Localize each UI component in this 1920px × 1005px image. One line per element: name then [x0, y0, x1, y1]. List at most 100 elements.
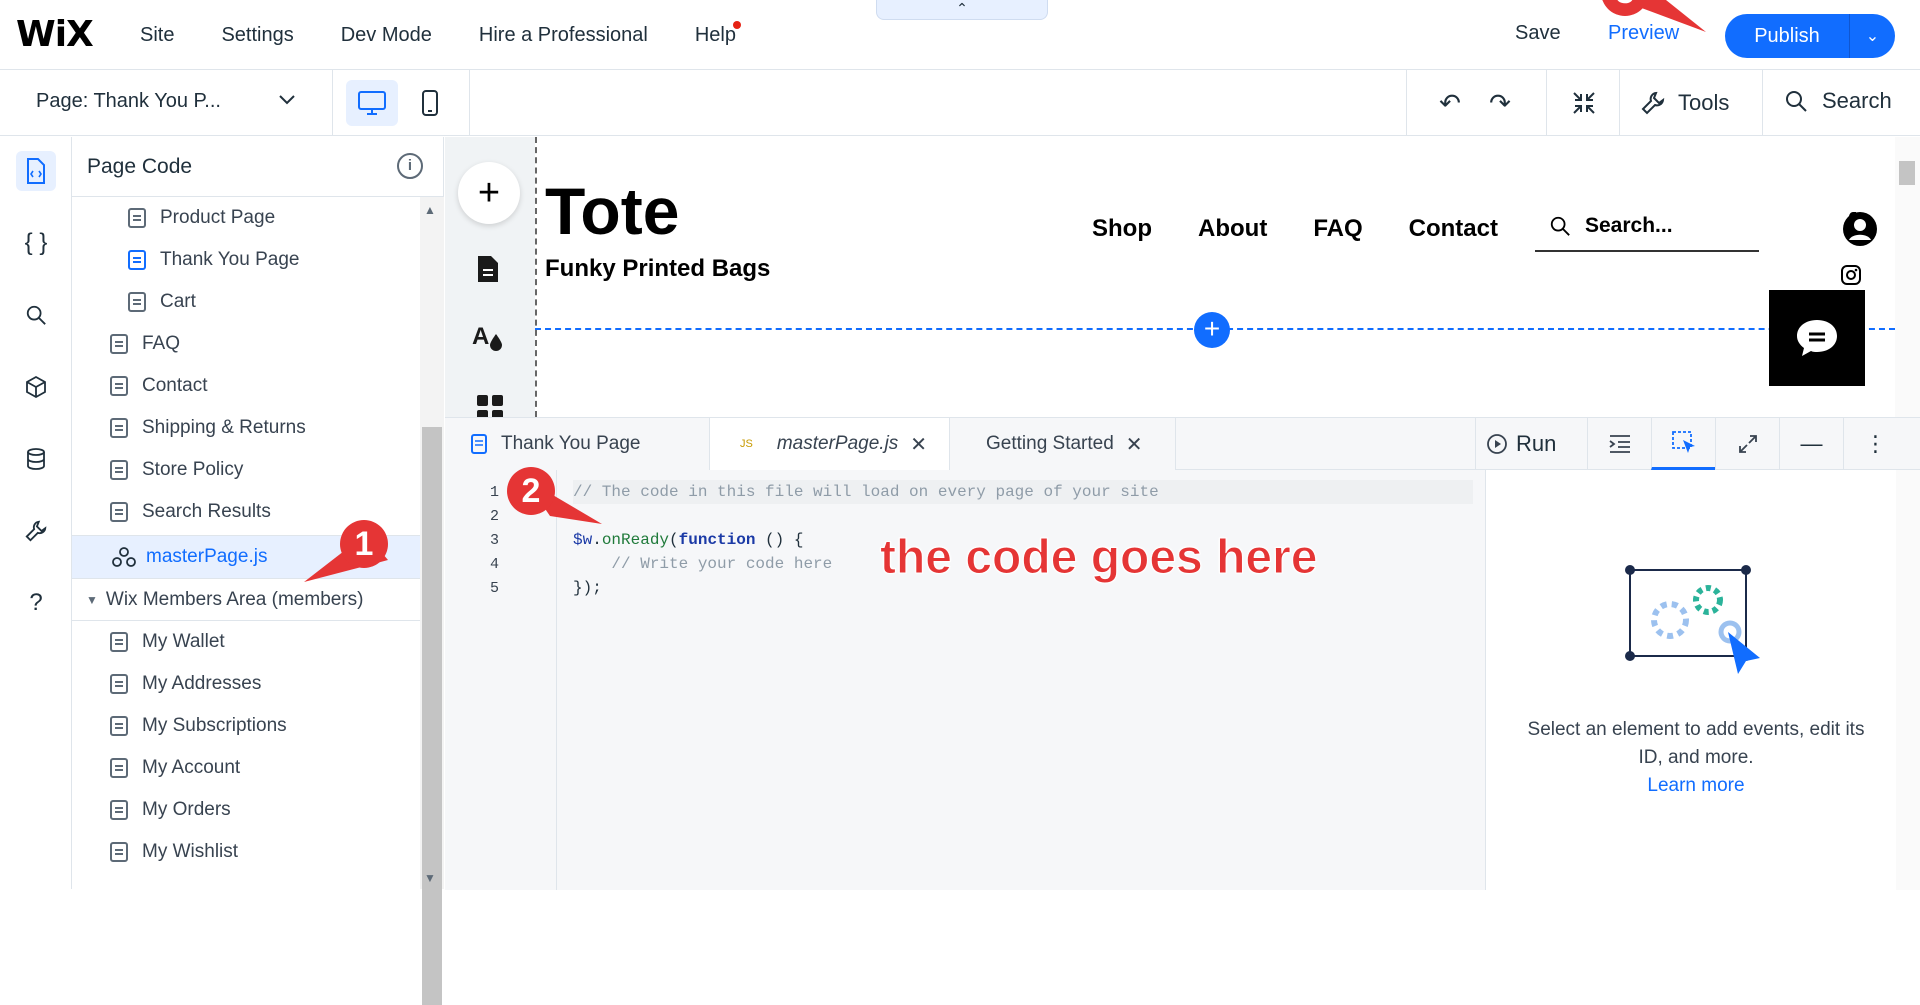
tree-item-faq[interactable]: FAQ [72, 323, 420, 365]
public-backend-icon[interactable]: { } [16, 223, 56, 263]
line-number: 5 [490, 580, 500, 597]
tree-item-label: Store Policy [142, 459, 244, 480]
collapse-topbar-button[interactable]: ⌃ [876, 0, 1048, 20]
instagram-icon[interactable] [1840, 264, 1862, 286]
info-icon[interactable]: i [397, 153, 423, 179]
mobile-view-button[interactable] [410, 80, 450, 126]
site-title[interactable]: Tote [545, 173, 679, 249]
tree-item-my-addresses[interactable]: My Addresses [72, 663, 420, 705]
close-icon[interactable]: ✕ [1126, 432, 1143, 457]
page-icon [110, 502, 128, 522]
tree-item-my-account[interactable]: My Account [72, 747, 420, 789]
scroll-down-arrow-icon[interactable]: ▼ [424, 871, 436, 885]
svg-text:A: A [472, 323, 489, 350]
close-icon[interactable]: ✕ [910, 432, 927, 457]
learn-more-link[interactable]: Learn more [1647, 775, 1744, 796]
tree-item-product-page[interactable]: Product Page [72, 197, 420, 239]
member-login-icon[interactable] [1842, 211, 1878, 252]
tree-item-label: FAQ [142, 333, 181, 354]
tab-thank-you-page[interactable]: Thank You Page [445, 418, 710, 470]
annotation-badge-2: 2 [507, 467, 555, 515]
page-icon [110, 460, 128, 480]
tree-item-my-orders[interactable]: My Orders [72, 789, 420, 831]
undo-icon[interactable]: ↶ [1430, 84, 1470, 122]
site-subtitle[interactable]: Funky Printed Bags [545, 255, 770, 283]
tree-item-store-policy[interactable]: Store Policy [72, 449, 420, 491]
chevron-down-icon[interactable]: ⌄ [1850, 26, 1895, 46]
tree-item-cart[interactable]: Cart [72, 281, 420, 323]
tab-label: Getting Started [986, 433, 1114, 454]
page-icon [110, 418, 128, 438]
more-options-icon[interactable]: ⋮ [1843, 418, 1907, 470]
run-label: Run [1516, 431, 1557, 456]
properties-panel-toggle-icon[interactable] [1651, 418, 1715, 470]
publish-button[interactable]: Publish ⌄ [1725, 14, 1895, 58]
tree-item-my-wishlist[interactable]: My Wishlist [72, 831, 420, 873]
nav-dev-mode[interactable]: Dev Mode [341, 24, 432, 47]
nav-settings[interactable]: Settings [221, 24, 293, 47]
caret-down-icon: ▼ [86, 592, 98, 607]
line-number: 4 [490, 556, 500, 573]
code-token: ( [669, 531, 679, 549]
tree-item-my-subscriptions[interactable]: My Subscriptions [72, 705, 420, 747]
search-button[interactable]: Search [1784, 88, 1892, 114]
member-page-icon [110, 632, 128, 652]
site-nav-contact[interactable]: Contact [1409, 215, 1498, 243]
tree-item-label: Product Page [160, 207, 276, 228]
code-token: onReady [601, 531, 670, 549]
panel-scrollbar[interactable] [1896, 470, 1920, 890]
scroll-up-arrow-icon[interactable]: ▲ [424, 203, 436, 217]
redo-icon[interactable]: ↷ [1480, 84, 1520, 122]
search-icon[interactable] [16, 295, 56, 335]
run-button[interactable]: Run [1475, 418, 1587, 470]
canvas-scrollbar[interactable] [1895, 137, 1920, 417]
tab-label: Thank You Page [501, 433, 641, 454]
tree-item-label: Cart [160, 291, 196, 312]
page-code-icon[interactable] [16, 151, 56, 191]
desktop-view-button[interactable] [346, 80, 398, 126]
tab-masterpage-js[interactable]: JS masterPage.js ✕ [710, 418, 950, 470]
help-icon[interactable]: ? [16, 583, 56, 623]
site-nav-faq[interactable]: FAQ [1313, 215, 1362, 243]
minimize-icon[interactable]: — [1779, 418, 1843, 470]
tree-item-contact[interactable]: Contact [72, 365, 420, 407]
site-nav-about[interactable]: About [1198, 215, 1267, 243]
wrench-icon[interactable] [16, 511, 56, 551]
tools-button[interactable]: Tools [1640, 90, 1729, 116]
tree-item-label: My Orders [142, 799, 231, 820]
add-section-button[interactable]: + [1194, 312, 1230, 348]
page-code-header: Page Code i [72, 137, 443, 197]
nav-site[interactable]: Site [140, 24, 174, 47]
site-search-bar[interactable]: Search... [1535, 202, 1759, 252]
annotation-badge-1: 1 [340, 520, 388, 568]
properties-hint: Select an element to add events, edit it… [1526, 716, 1866, 800]
nav-help[interactable]: Help [695, 20, 741, 47]
tree-item-label: My Wallet [142, 631, 225, 652]
chevron-down-icon[interactable] [278, 90, 296, 111]
format-icon[interactable] [1587, 418, 1651, 470]
canvas-scrollbar-thumb[interactable] [1899, 161, 1915, 185]
design-icon[interactable]: A [472, 322, 506, 357]
divider [1762, 70, 1763, 136]
expand-icon[interactable] [1715, 418, 1779, 470]
add-elements-button[interactable]: + [458, 162, 520, 224]
tree-item-thank-you-page[interactable]: Thank You Page [72, 239, 420, 281]
masterpage-icon [112, 547, 136, 567]
save-button[interactable]: Save [1515, 22, 1561, 45]
wix-logo[interactable]: WiX [16, 14, 94, 55]
tree-item-shipping-returns[interactable]: Shipping & Returns [72, 407, 420, 449]
tree-item-my-wallet[interactable]: My Wallet [72, 621, 420, 663]
chat-widget[interactable] [1769, 290, 1865, 386]
database-icon[interactable] [16, 439, 56, 479]
tree-scrollbar-thumb[interactable] [422, 427, 442, 1005]
page-selector[interactable]: Page: Thank You P... [36, 90, 221, 113]
zoom-out-icon[interactable] [1564, 84, 1604, 122]
page-code-panel: Page Code i Product Page Thank You Page … [72, 137, 444, 1005]
annotation-code-goes-here: the code goes here [879, 531, 1318, 585]
left-rail: { } ? [0, 137, 72, 889]
site-nav-shop[interactable]: Shop [1092, 215, 1152, 243]
pages-icon[interactable] [475, 254, 501, 289]
nav-hire-professional[interactable]: Hire a Professional [479, 24, 648, 47]
packages-icon[interactable] [16, 367, 56, 407]
tab-getting-started[interactable]: Getting Started ✕ [950, 418, 1176, 470]
